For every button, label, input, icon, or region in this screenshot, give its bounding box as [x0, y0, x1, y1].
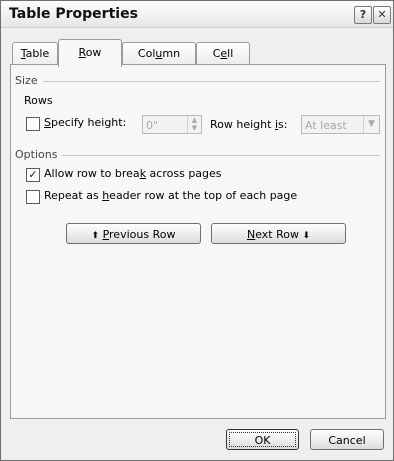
options-divider: [61, 155, 380, 156]
options-section-label: Options: [15, 148, 58, 161]
cancel-button[interactable]: Cancel: [310, 429, 384, 450]
repeat-header-checkbox[interactable]: [26, 190, 40, 204]
row-height-mode-select[interactable]: At least ▼: [301, 115, 380, 134]
chevron-down-icon[interactable]: ▼: [363, 116, 379, 133]
rows-label: Rows: [24, 94, 53, 107]
dialog-title: Table Properties: [9, 6, 138, 22]
title-bar: Table Properties ? ✕: [1, 1, 393, 28]
allow-break-label: Allow row to break across pages: [44, 167, 222, 180]
height-input[interactable]: 0" ▲ ▼: [142, 115, 202, 134]
height-value: 0": [146, 119, 159, 132]
specify-height-label: Specify height:: [44, 116, 127, 129]
tab-column[interactable]: Column: [122, 42, 196, 65]
arrow-down-icon: ⬇: [302, 231, 311, 241]
checkmark-icon: ✓: [28, 168, 38, 181]
repeat-header-label: Repeat as header row at the top of each …: [44, 189, 298, 202]
row-height-mode-value: At least: [305, 119, 347, 132]
spinner-down-icon[interactable]: ▼: [188, 124, 201, 132]
close-icon[interactable]: ✕: [373, 6, 391, 24]
row-tab-panel: Size Rows Specify height: 0" ▲ ▼ Row hei…: [10, 64, 386, 419]
allow-break-checkbox[interactable]: ✓: [26, 168, 40, 182]
size-divider: [43, 81, 380, 82]
help-icon[interactable]: ?: [354, 6, 372, 24]
table-properties-dialog: Table Properties ? ✕ Table Row Column Ce…: [0, 0, 394, 461]
size-section-label: Size: [15, 74, 38, 87]
row-height-is-label: Row height is:: [210, 118, 288, 131]
height-spinner[interactable]: ▲ ▼: [187, 116, 201, 133]
previous-row-button[interactable]: ⬆ Previous Row: [66, 223, 201, 244]
specify-height-checkbox[interactable]: [26, 117, 40, 131]
tab-cell[interactable]: Cell: [196, 42, 250, 65]
arrow-up-icon: ⬆: [91, 231, 100, 241]
ok-button[interactable]: OK: [226, 429, 299, 450]
tab-row[interactable]: Row: [58, 39, 122, 67]
next-row-button[interactable]: Next Row ⬇: [211, 223, 346, 244]
spinner-up-icon[interactable]: ▲: [188, 116, 201, 124]
tab-table[interactable]: Table: [12, 42, 58, 65]
